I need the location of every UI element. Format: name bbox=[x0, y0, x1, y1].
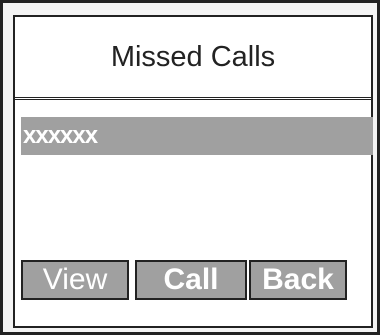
back-softkey[interactable]: Back bbox=[249, 260, 347, 300]
view-softkey[interactable]: View bbox=[21, 260, 129, 300]
call-softkey[interactable]: Call bbox=[135, 260, 247, 300]
phone-device: Missed Calls xxxxxx View Call Back bbox=[0, 0, 380, 335]
list-item-selected[interactable]: xxxxxx bbox=[21, 117, 373, 155]
screen-title: Missed Calls bbox=[110, 40, 276, 73]
list-item-label: xxxxxx bbox=[23, 122, 98, 149]
title-bar: Missed Calls bbox=[15, 17, 371, 100]
